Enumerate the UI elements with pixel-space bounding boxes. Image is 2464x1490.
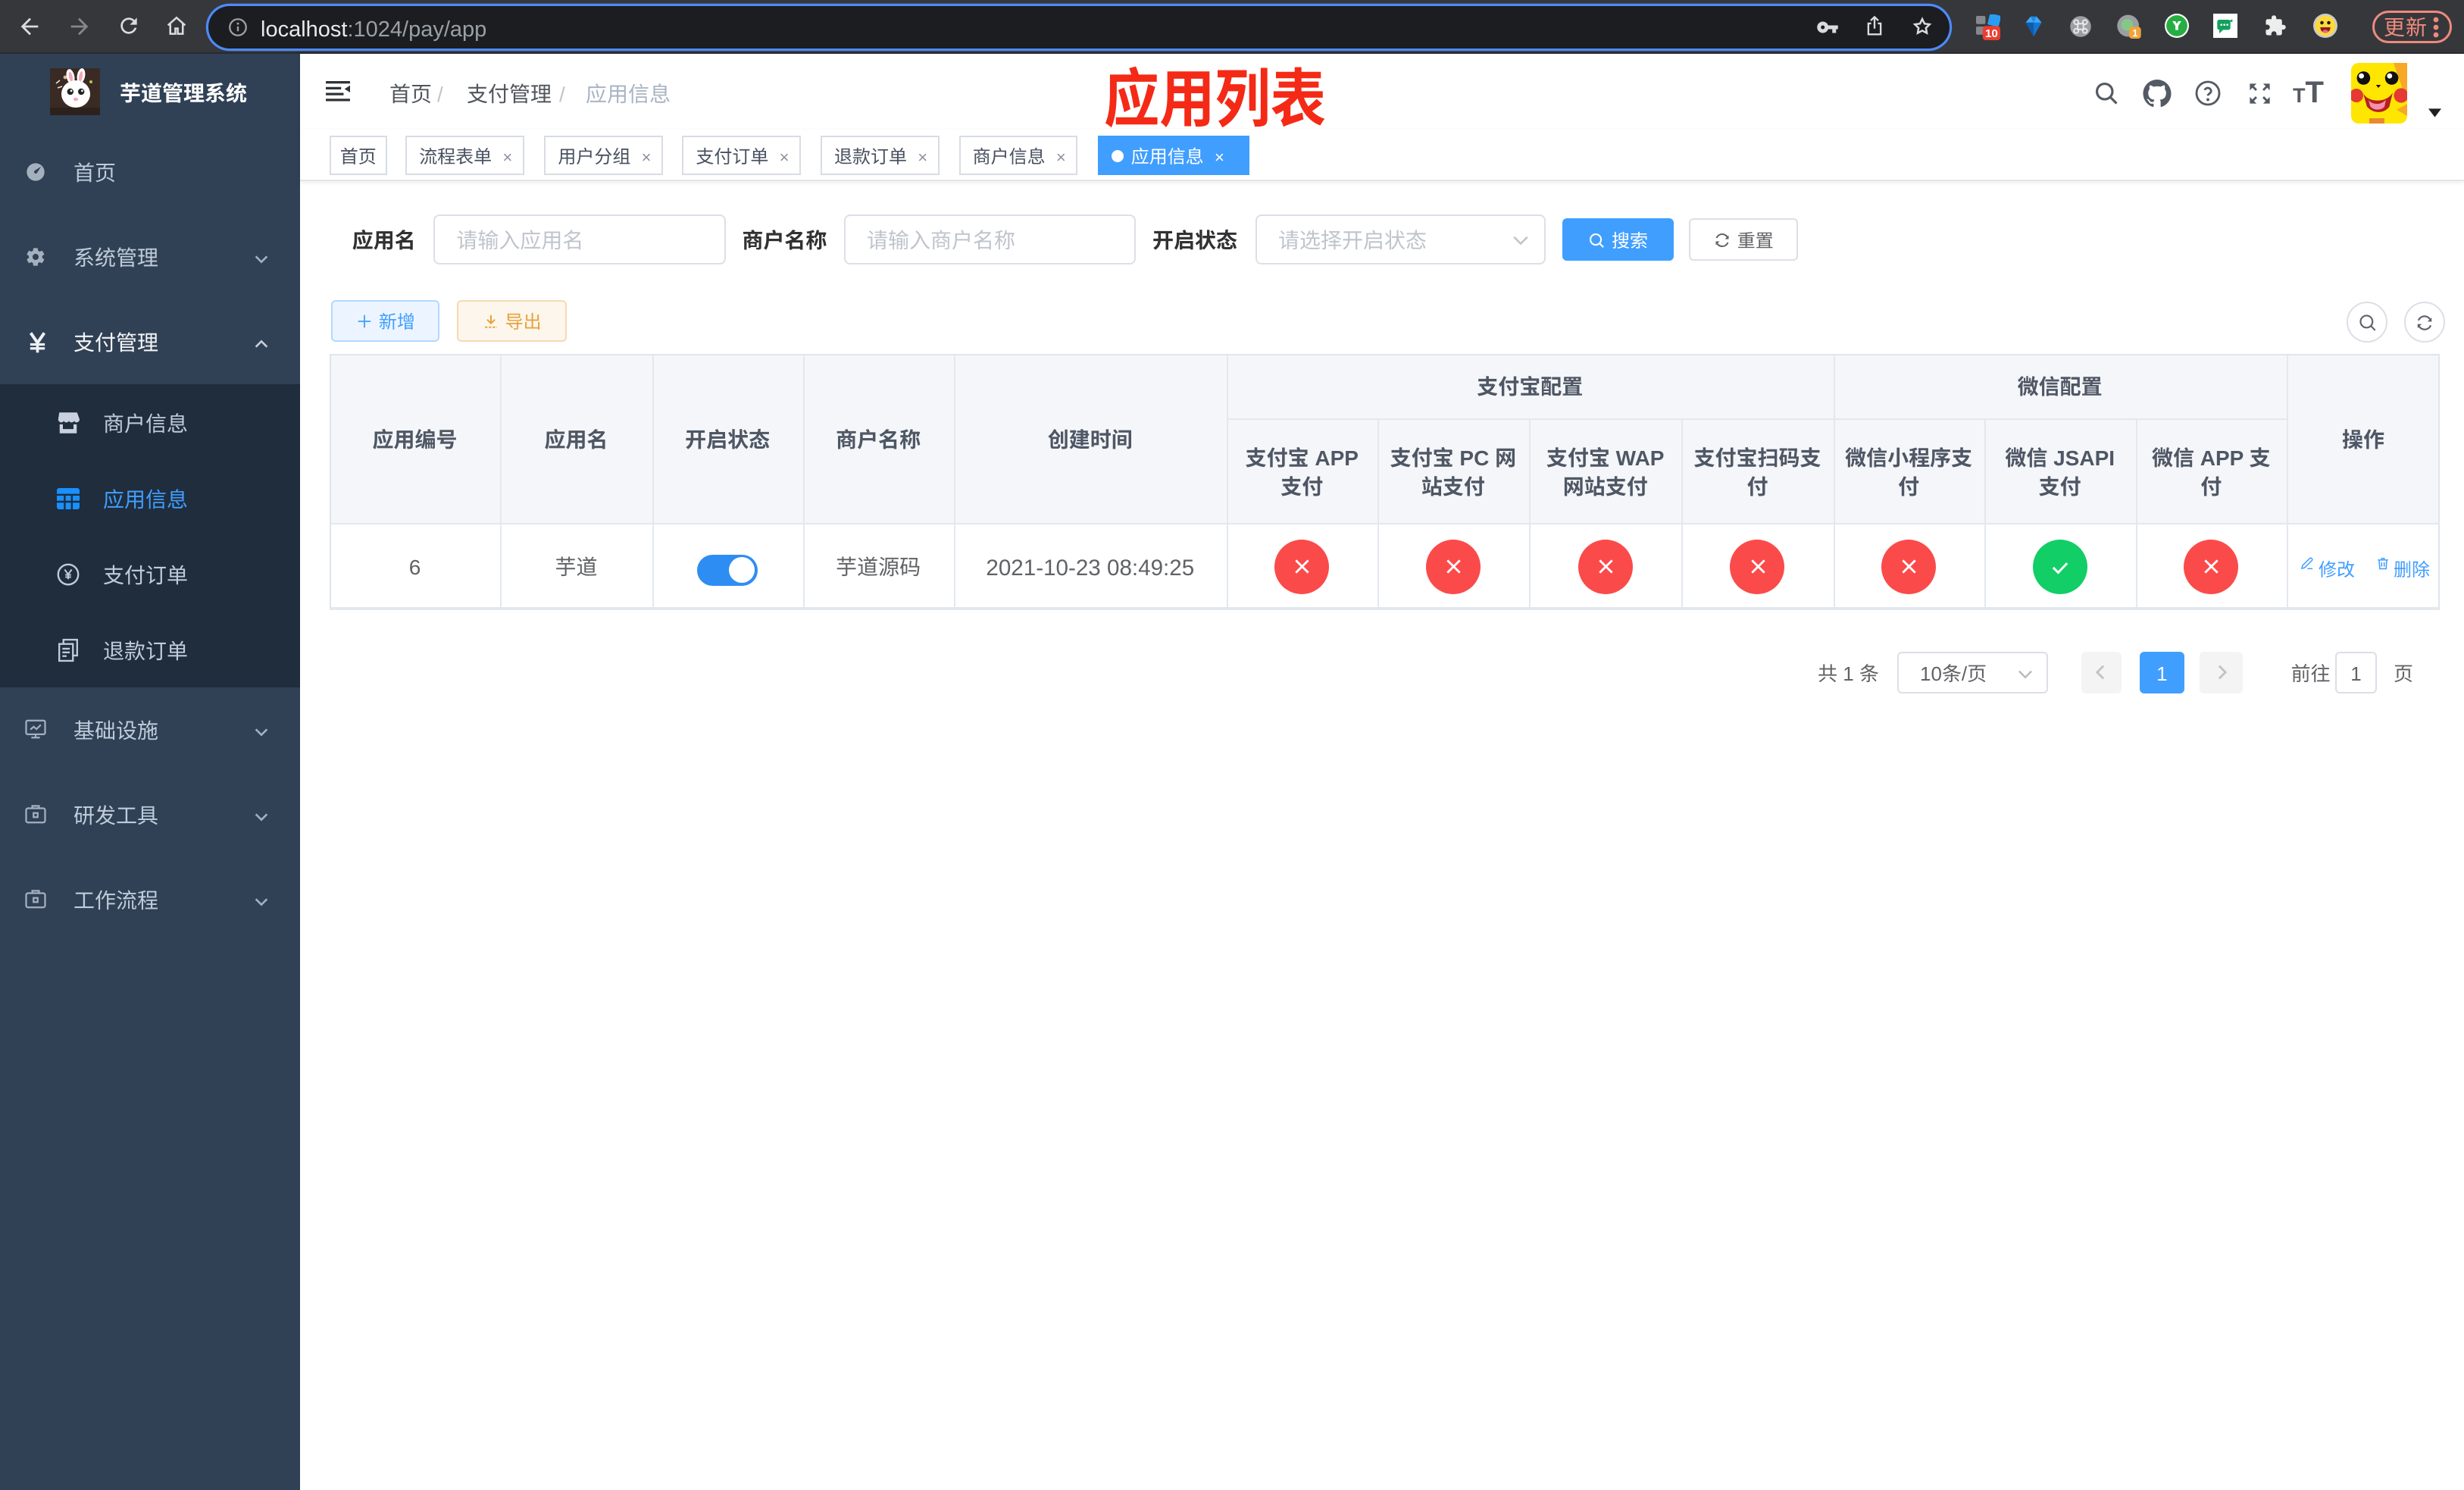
- svg-text:10: 10: [1985, 27, 1998, 40]
- svg-text:1: 1: [2132, 27, 2137, 39]
